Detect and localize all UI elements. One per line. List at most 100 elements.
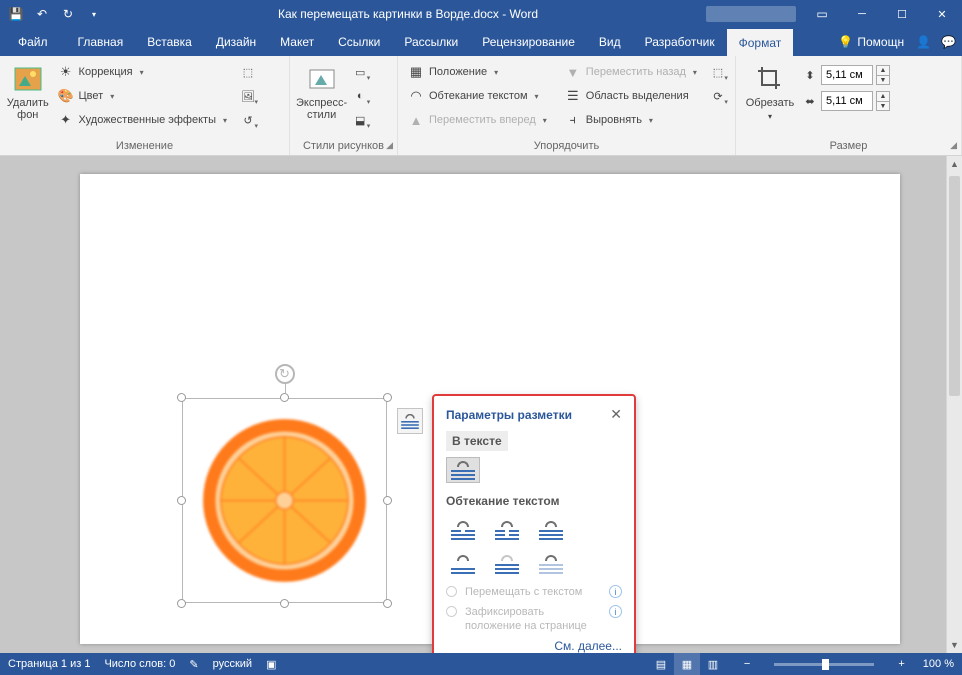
scroll-up-icon[interactable]: ▲: [947, 156, 962, 172]
status-bar: Страница 1 из 1 Число слов: 0 ✎ русский …: [0, 653, 962, 675]
maximize-button[interactable]: ☐: [882, 0, 922, 28]
wrap-behind-option[interactable]: [490, 551, 524, 577]
reset-picture-button[interactable]: ↺▾: [237, 109, 259, 131]
page-number-status[interactable]: Страница 1 из 1: [8, 658, 90, 670]
read-mode-button[interactable]: ▤: [648, 653, 674, 675]
wrap-text-button[interactable]: ◠Обтекание текстом▾: [404, 85, 551, 107]
tab-design[interactable]: Дизайн: [204, 28, 268, 56]
zoom-level[interactable]: 100 %: [923, 658, 954, 670]
fix-position-label: Зафиксировать положение на странице: [465, 605, 601, 633]
resize-handle-br[interactable]: [383, 599, 392, 608]
ribbon-display-options-icon[interactable]: ▭: [802, 0, 842, 28]
see-more-link[interactable]: См. далее...: [446, 639, 622, 653]
resize-handle-bl[interactable]: [177, 599, 186, 608]
scroll-down-icon[interactable]: ▼: [947, 637, 962, 653]
resize-handle-l[interactable]: [177, 496, 186, 505]
zoom-in-button[interactable]: +: [894, 658, 908, 670]
width-spinner[interactable]: ▲▼: [876, 91, 890, 111]
vertical-scrollbar[interactable]: ▲ ▼: [946, 156, 962, 653]
selection-pane-button[interactable]: ☰Область выделения: [561, 85, 701, 107]
resize-handle-tr[interactable]: [383, 393, 392, 402]
wrap-tight-option[interactable]: [490, 517, 524, 543]
word-count-status[interactable]: Число слов: 0: [104, 658, 175, 670]
picture-layout-button[interactable]: ⬓▾: [349, 109, 371, 131]
zoom-slider[interactable]: [774, 663, 874, 666]
wrap-topbottom-option[interactable]: [446, 551, 480, 577]
change-picture-button[interactable]: 🖼▾: [237, 85, 259, 107]
inline-section-label: В тексте: [446, 431, 508, 451]
picture-effects-button[interactable]: ◐▾: [349, 85, 371, 107]
styles-launcher[interactable]: ◢: [386, 140, 393, 151]
tell-me[interactable]: 💡Помощн: [826, 28, 916, 56]
width-input[interactable]: [821, 91, 873, 111]
group-icon: ⬚: [713, 66, 723, 79]
remove-background-button[interactable]: Удалить фон: [6, 59, 50, 133]
size-launcher[interactable]: ◢: [950, 140, 957, 151]
quick-styles-button[interactable]: Экспресс- стили: [296, 59, 347, 133]
tab-review[interactable]: Рецензирование: [470, 28, 587, 56]
redo-icon[interactable]: ↻: [56, 2, 80, 26]
macro-record-icon[interactable]: ▣: [266, 658, 276, 671]
height-spinner[interactable]: ▲▼: [876, 65, 890, 85]
artistic-effects-button[interactable]: ✦Художественные эффекты▾: [54, 109, 231, 131]
qat-customize-icon[interactable]: ▾: [82, 2, 106, 26]
crop-button[interactable]: Обрезать ▾: [742, 59, 798, 133]
tab-insert[interactable]: Вставка: [135, 28, 204, 56]
quick-styles-icon: [306, 63, 338, 95]
comments-icon[interactable]: 💬: [941, 35, 956, 49]
language-status[interactable]: русский: [213, 658, 252, 670]
tab-references[interactable]: Ссылки: [326, 28, 392, 56]
quick-styles-label: Экспресс- стили: [296, 97, 347, 121]
undo-icon[interactable]: ↶: [30, 2, 54, 26]
share-icon[interactable]: 👤: [916, 35, 931, 49]
resize-handle-b[interactable]: [280, 599, 289, 608]
web-layout-button[interactable]: ▥: [700, 653, 726, 675]
wrap-inline-option[interactable]: [446, 457, 480, 483]
move-with-text-label: Перемещать с текстом: [465, 585, 582, 599]
tab-file[interactable]: Файл: [0, 28, 66, 56]
wrap-front-option[interactable]: [534, 551, 568, 577]
spellcheck-icon[interactable]: ✎: [189, 658, 198, 671]
tab-view[interactable]: Вид: [587, 28, 633, 56]
tab-layout[interactable]: Макет: [268, 28, 326, 56]
selected-picture[interactable]: ↻: [182, 398, 387, 603]
minimize-button[interactable]: ─: [842, 0, 882, 28]
align-button[interactable]: ⫞Выровнять▾: [561, 109, 701, 131]
rotate-handle[interactable]: ↻: [275, 364, 295, 384]
height-icon: ⬍: [802, 67, 818, 83]
remove-background-icon: [12, 63, 44, 95]
wrap-label: Обтекание текстом: [429, 90, 528, 102]
zoom-out-button[interactable]: −: [740, 658, 754, 670]
color-icon: 🎨: [58, 88, 74, 104]
resize-handle-r[interactable]: [383, 496, 392, 505]
tab-mailings[interactable]: Рассылки: [392, 28, 470, 56]
tab-format[interactable]: Формат: [727, 28, 794, 56]
corrections-button[interactable]: ☀Коррекция▾: [54, 61, 231, 83]
fix-position-radio: Зафиксировать положение на странице i: [446, 605, 622, 633]
layout-options-anchor-button[interactable]: [397, 408, 423, 434]
resize-handle-tl[interactable]: [177, 393, 186, 402]
selection-pane-label: Область выделения: [586, 90, 689, 102]
crop-icon: [754, 63, 786, 95]
rotate-button[interactable]: ⟳▾: [707, 85, 729, 107]
compress-pictures-button[interactable]: ⬚: [237, 61, 259, 83]
tab-developer[interactable]: Разработчик: [633, 28, 727, 56]
print-layout-button[interactable]: ▦: [674, 653, 700, 675]
resize-handle-t[interactable]: [280, 393, 289, 402]
wrap-icon: ◠: [408, 88, 424, 104]
color-button[interactable]: 🎨Цвет▾: [54, 85, 231, 107]
group-objects-button[interactable]: ⬚▾: [707, 61, 729, 83]
save-icon[interactable]: 💾: [4, 2, 28, 26]
position-button[interactable]: ▦Положение▾: [404, 61, 551, 83]
height-input[interactable]: [821, 65, 873, 85]
close-button[interactable]: ✕: [922, 0, 962, 28]
layout-popup-close-button[interactable]: ✕: [610, 406, 622, 423]
picture-border-button[interactable]: ▭▾: [349, 61, 371, 83]
info-icon[interactable]: i: [609, 605, 622, 618]
border-icon: ▭: [355, 66, 365, 79]
scroll-thumb[interactable]: [949, 176, 960, 396]
info-icon[interactable]: i: [609, 585, 622, 598]
wrap-through-option[interactable]: [534, 517, 568, 543]
tab-home[interactable]: Главная: [66, 28, 136, 56]
wrap-square-option[interactable]: [446, 517, 480, 543]
